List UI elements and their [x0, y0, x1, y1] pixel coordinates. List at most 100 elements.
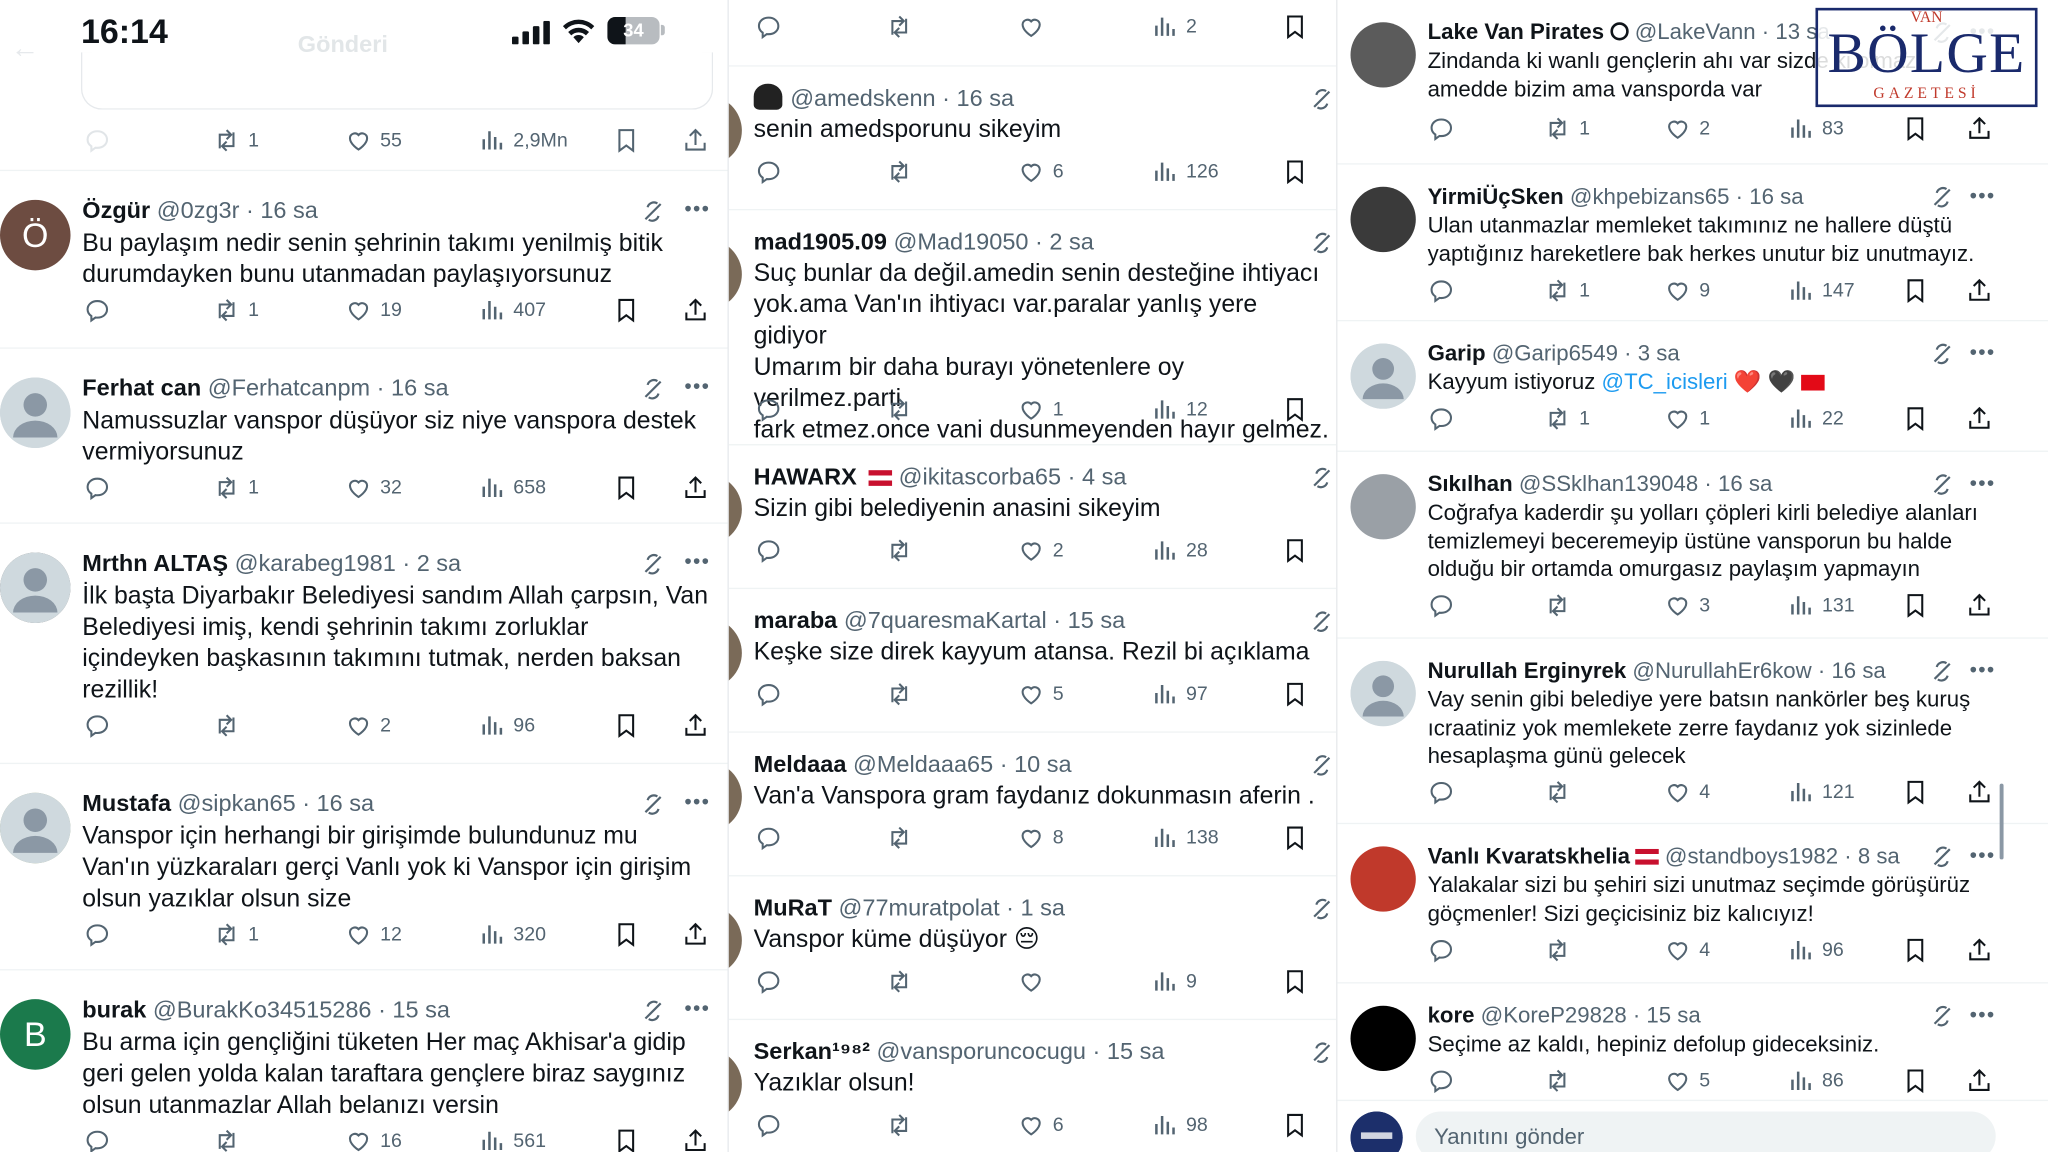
reply-button[interactable] — [755, 678, 782, 709]
reply-tweet[interactable]: MuRaT @77muratpolat · 1 sa Vanspor küme d… — [728, 875, 1337, 1019]
retweet-button[interactable] — [1544, 590, 1571, 621]
timestamp[interactable]: · 16 sa — [246, 197, 318, 223]
views-button[interactable]: 2,9Mn — [478, 124, 568, 155]
avatar[interactable] — [1350, 22, 1416, 88]
scrollbar[interactable] — [1999, 783, 2004, 860]
views-button[interactable]: 131 — [1787, 590, 1855, 621]
user-handle[interactable]: @Mad19050 — [893, 229, 1028, 255]
bookmark-button[interactable] — [1902, 274, 1929, 305]
bookmark-button[interactable] — [1281, 155, 1308, 186]
like-button[interactable]: 19 — [345, 294, 402, 325]
bookmark-button[interactable] — [1902, 590, 1929, 621]
views-button[interactable]: 561 — [478, 1125, 546, 1152]
reply-input[interactable]: Yanıtını gönder — [1415, 1111, 1996, 1152]
share-button[interactable] — [682, 124, 709, 155]
grok-icon[interactable] — [1309, 465, 1335, 491]
views-button[interactable]: 96 — [1787, 934, 1844, 965]
share-button[interactable] — [682, 294, 709, 325]
bookmark-button[interactable] — [613, 472, 640, 503]
bookmark-button[interactable] — [1902, 112, 1929, 143]
like-button[interactable]: 16 — [345, 1125, 402, 1152]
reply-button[interactable] — [755, 393, 782, 424]
views-button[interactable]: 22 — [1787, 403, 1844, 434]
share-button[interactable] — [1966, 776, 1993, 807]
more-options-icon[interactable]: ••• — [684, 792, 713, 813]
avatar[interactable]: Ö — [0, 199, 71, 271]
display-name[interactable]: kore — [1428, 1003, 1475, 1028]
views-button[interactable]: 126 — [1151, 155, 1219, 186]
timestamp[interactable]: · 3 sa — [1624, 341, 1680, 366]
views-button[interactable]: 2 — [1151, 10, 1197, 41]
views-button[interactable]: 86 — [1787, 1065, 1844, 1096]
bookmark-button[interactable] — [613, 709, 640, 740]
display-name[interactable]: Meldaaa — [754, 751, 847, 777]
reply-button[interactable] — [1428, 1065, 1455, 1096]
share-button[interactable] — [1966, 403, 1993, 434]
display-name[interactable]: Mrthn ALTAŞ — [82, 550, 228, 576]
share-button[interactable] — [682, 472, 709, 503]
like-button[interactable]: 55 — [345, 124, 402, 155]
retweet-button[interactable]: 1 — [1544, 112, 1590, 143]
share-button[interactable] — [1966, 590, 1993, 621]
timestamp[interactable]: · 16 sa — [1736, 184, 1804, 209]
bookmark-button[interactable] — [1902, 934, 1929, 965]
timestamp[interactable]: · 15 sa — [1093, 1038, 1165, 1064]
avatar[interactable] — [1350, 846, 1416, 912]
views-button[interactable]: 9 — [1151, 965, 1197, 996]
grok-icon[interactable] — [1309, 86, 1335, 112]
like-button[interactable]: 2 — [345, 709, 391, 740]
display-name[interactable]: Özgür — [82, 197, 150, 223]
reply-button[interactable] — [84, 1125, 111, 1152]
user-handle[interactable]: @7quaresmaKartal — [844, 607, 1047, 633]
user-handle[interactable]: @SSklhan139048 — [1519, 472, 1698, 497]
display-name[interactable]: Sıkılhan — [1428, 472, 1513, 497]
user-handle[interactable]: @Ferhatcanpm — [208, 375, 370, 401]
grok-icon[interactable] — [640, 376, 666, 402]
avatar[interactable] — [1350, 186, 1416, 253]
user-handle[interactable]: @sipkan65 — [178, 790, 296, 816]
bookmark-button[interactable] — [1281, 534, 1308, 565]
user-handle[interactable]: @khpebizans65 — [1570, 184, 1730, 209]
views-button[interactable]: 98 — [1151, 1109, 1208, 1140]
views-button[interactable]: 96 — [478, 709, 535, 740]
grok-icon[interactable] — [640, 998, 666, 1024]
display-name[interactable]: mad1905.09 — [754, 229, 887, 255]
reply-button[interactable] — [755, 1109, 782, 1140]
reply-button[interactable] — [1428, 112, 1455, 143]
display-name[interactable]: Mustafa — [82, 790, 171, 816]
user-handle[interactable]: @Meldaaa65 — [853, 751, 993, 777]
user-handle[interactable]: @77muratpolat — [839, 895, 1000, 921]
retweet-button[interactable] — [1544, 1065, 1571, 1096]
user-handle[interactable]: @NurullahEr6kow — [1632, 658, 1811, 683]
grok-icon[interactable] — [1929, 844, 1955, 870]
like-button[interactable]: 4 — [1664, 776, 1710, 807]
like-button[interactable]: 5 — [1664, 1065, 1710, 1096]
like-button[interactable]: 1 — [1017, 393, 1064, 424]
grok-icon[interactable] — [1309, 1040, 1335, 1066]
avatar[interactable] — [0, 792, 71, 864]
views-button[interactable]: 407 — [478, 294, 546, 325]
like-button[interactable]: 32 — [345, 472, 402, 503]
reply-tweet[interactable]: Meldaaa @Meldaaa65 · 10 sa Van'a Vanspora… — [728, 731, 1337, 875]
retweet-button[interactable] — [886, 155, 913, 186]
display-name[interactable]: Vanlı Kvaratskhelia — [1428, 844, 1630, 869]
reply-button[interactable] — [1428, 274, 1455, 305]
views-button[interactable]: 658 — [478, 472, 546, 503]
retweet-button[interactable]: 1 — [213, 294, 259, 325]
grok-icon[interactable] — [1929, 658, 1955, 684]
bookmark-button[interactable] — [1281, 965, 1308, 996]
bookmark-button[interactable] — [1281, 1109, 1308, 1140]
more-options-icon[interactable]: ••• — [1970, 343, 1999, 364]
display-name[interactable]: Lake Van Pirates — [1428, 20, 1605, 45]
grok-icon[interactable] — [1309, 230, 1335, 256]
share-button[interactable] — [682, 709, 709, 740]
views-button[interactable]: 28 — [1151, 534, 1208, 565]
more-options-icon[interactable]: ••• — [684, 552, 713, 573]
timestamp[interactable]: · 16 sa — [302, 790, 374, 816]
grok-icon[interactable] — [1929, 341, 1955, 367]
share-button[interactable] — [1966, 1065, 1993, 1096]
timestamp[interactable]: · 2 sa — [1035, 229, 1094, 255]
bookmark-button[interactable] — [1281, 678, 1308, 709]
user-handle[interactable]: @ikitascorba65 — [899, 464, 1061, 490]
avatar[interactable]: B — [0, 999, 71, 1070]
